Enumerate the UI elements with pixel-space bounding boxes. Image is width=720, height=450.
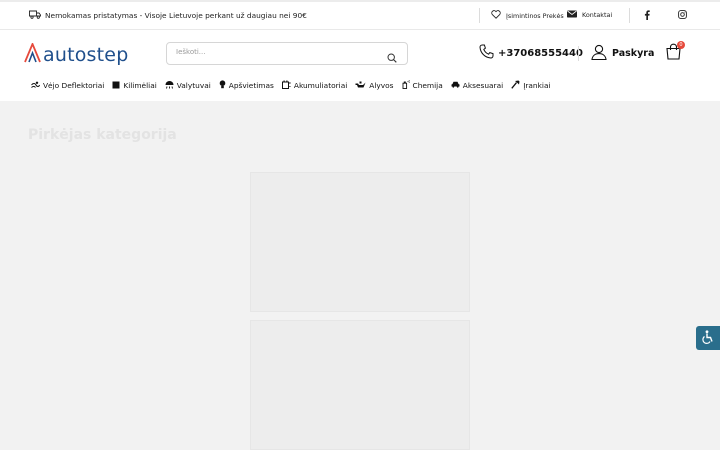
divider	[479, 8, 480, 23]
nav-item-vejo-deflektoriai[interactable]: Vėjo Deflektoriai	[31, 81, 104, 91]
logo-text: autostep	[43, 44, 129, 66]
fan-icon	[31, 81, 40, 91]
nav-item-valytuvai[interactable]: Valytuvai	[165, 80, 211, 91]
battery-icon	[281, 80, 291, 91]
truck-icon	[29, 10, 41, 21]
oil-can-icon	[355, 81, 366, 90]
nav-item-kilimeliai[interactable]: Kilimėliai	[112, 81, 157, 91]
shipping-notice: Nemokamas pristatymas - Visoje Lietuvoje…	[29, 10, 307, 21]
accessibility-icon	[701, 329, 715, 348]
nav-item-chemija[interactable]: Chemija	[402, 80, 443, 91]
nav-item-label: Chemija	[412, 81, 443, 90]
car-icon	[451, 81, 460, 90]
search-input[interactable]	[176, 48, 376, 56]
search-box[interactable]	[166, 42, 408, 65]
nav-item-label: Apšvietimas	[228, 81, 274, 90]
product-card-placeholder	[250, 320, 470, 450]
nav-item-label: Įrankiai	[523, 81, 551, 90]
nav-item-label: Valytuvai	[176, 81, 211, 90]
product-card-placeholder	[250, 172, 470, 312]
category-nav: Vėjo Deflektoriai Kilimėliai Valytuvai A…	[31, 80, 559, 91]
site-header: autostep +37068555440 Paskyra 0 Vėjo Def…	[0, 30, 720, 101]
logo-mark-icon	[24, 41, 41, 67]
hammer-icon	[511, 80, 520, 91]
spray-icon	[402, 80, 410, 91]
contacts-link[interactable]: Kontaktai	[567, 10, 612, 20]
page-title: Pirkėjas kategorija	[28, 127, 177, 143]
nav-item-irankiai[interactable]: Įrankiai	[511, 80, 551, 91]
nav-item-aksesuarai[interactable]: Aksesuarai	[451, 81, 503, 90]
saved-items-label: Įsimintinos Prekės	[506, 11, 564, 20]
nav-item-label: Alyvos	[369, 81, 394, 90]
instagram-icon[interactable]	[678, 10, 687, 22]
contacts-label: Kontaktai	[582, 11, 613, 19]
nav-item-label: Akumuliatoriai	[293, 81, 348, 90]
wiper-icon	[165, 80, 174, 91]
nav-item-label: Aksesuarai	[462, 81, 504, 90]
cart-count-badge: 0	[677, 41, 685, 49]
bulb-icon	[219, 80, 226, 91]
mat-icon	[112, 81, 120, 91]
envelope-icon	[567, 10, 577, 20]
nav-item-label: Vėjo Deflektoriai	[43, 81, 105, 90]
nav-item-alyvos[interactable]: Alyvos	[355, 81, 394, 90]
nav-item-label: Kilimėliai	[123, 81, 157, 90]
phone-number: +37068555440	[498, 47, 583, 59]
logo[interactable]: autostep	[24, 41, 129, 67]
saved-items-link[interactable]: Įsimintinos Prekės	[491, 10, 564, 21]
heart-icon	[491, 10, 501, 21]
top-bar: Nemokamas pristatymas - Visoje Lietuvoje…	[0, 0, 720, 30]
accessibility-button[interactable]	[696, 326, 720, 350]
divider	[629, 8, 630, 23]
search-icon[interactable]	[387, 48, 397, 67]
phone-link[interactable]: +37068555440	[479, 44, 583, 62]
nav-item-akumuliatoriai[interactable]: Akumuliatoriai	[281, 80, 348, 91]
nav-item-apsvietimas[interactable]: Apšvietimas	[219, 80, 274, 91]
facebook-icon[interactable]	[644, 10, 650, 23]
phone-icon	[479, 44, 494, 62]
user-icon	[591, 44, 607, 63]
cart-button[interactable]: 0	[665, 41, 685, 64]
account-label: Paskyra	[612, 48, 655, 59]
divider	[578, 46, 579, 61]
shipping-text: Nemokamas pristatymas - Visoje Lietuvoje…	[45, 11, 307, 20]
account-link[interactable]: Paskyra	[591, 44, 654, 63]
